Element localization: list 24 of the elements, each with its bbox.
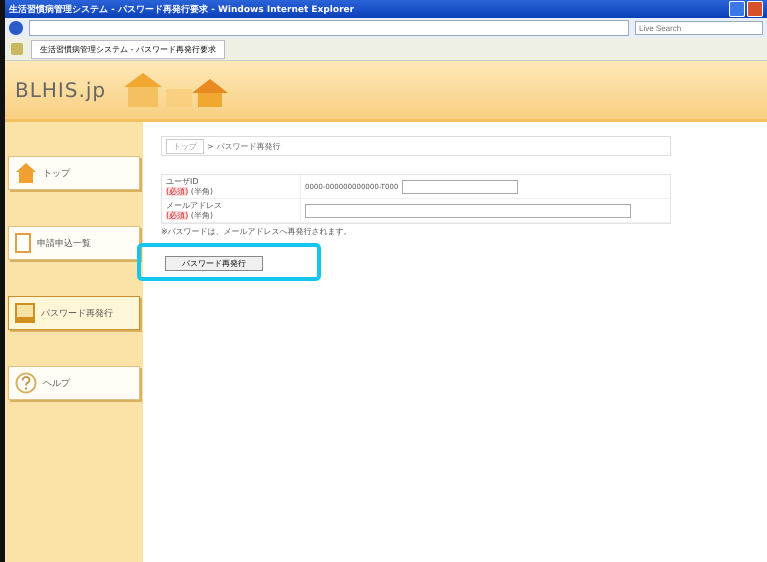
- site-logo[interactable]: BLHIS.jp: [15, 78, 106, 102]
- notice-text: ※パスワードは、メールアドレスへ再発行されます。: [161, 226, 353, 238]
- house-icon: [15, 162, 37, 184]
- sidebar-item[interactable]: ヘルプ: [8, 366, 140, 400]
- field-label: ユーザID (必須) (半角): [165, 176, 214, 198]
- minimize-button[interactable]: [729, 1, 745, 17]
- search-field[interactable]: Live Search: [635, 21, 763, 35]
- book-icon: [15, 303, 35, 323]
- browser-tab[interactable]: 生活習慣病管理システム - パスワード再発行要求: [31, 40, 225, 58]
- help-icon: [15, 372, 37, 394]
- sidebar-item[interactable]: 申請申込一覧: [8, 226, 140, 260]
- address-field[interactable]: [29, 20, 629, 36]
- input-field[interactable]: [402, 180, 518, 194]
- submit-button[interactable]: パスワード再発行: [165, 256, 263, 272]
- back-button[interactable]: [9, 21, 23, 35]
- breadcrumb-current: パスワード再発行: [216, 140, 281, 152]
- window-title: 生活習慣病管理システム - パスワード再発行要求 - Windows Internet Explorer: [9, 3, 354, 16]
- close-button[interactable]: [747, 1, 763, 17]
- field-label: メールアドレス (必須) (半角): [165, 200, 223, 222]
- sidebar-item[interactable]: トップ: [8, 156, 140, 190]
- document-icon: [15, 233, 31, 253]
- sidebar-item[interactable]: パスワード再発行: [8, 296, 140, 330]
- breadcrumb-separator: >: [207, 142, 214, 150]
- input-field[interactable]: [305, 204, 631, 218]
